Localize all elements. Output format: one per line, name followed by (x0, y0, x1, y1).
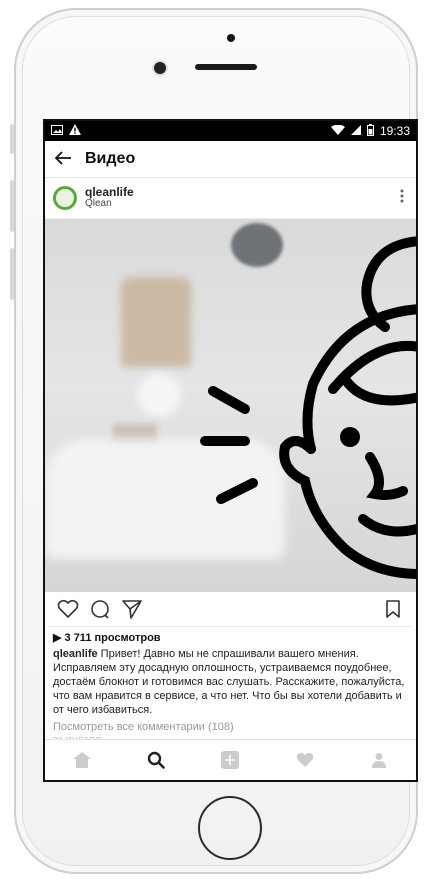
phone-screen: 19:33 Видео qleanlife Qlean ▶ 3 711 прос… (43, 119, 418, 782)
page-title: Видео (85, 150, 136, 167)
view-count[interactable]: ▶ 3 711 просмотров (53, 631, 408, 645)
status-time: 19:33 (379, 124, 410, 138)
post-caption: ▶ 3 711 просмотров qleanlife Привет! Дав… (45, 627, 416, 748)
volume-up-button (10, 180, 14, 232)
volume-down-button (10, 248, 14, 300)
add-icon[interactable] (219, 749, 241, 771)
home-icon[interactable] (71, 749, 93, 771)
earpiece-speaker (195, 64, 257, 70)
caption-username[interactable]: qleanlife (53, 648, 98, 660)
caption-text-block: qleanlife Привет! Давно мы не спрашивали… (53, 647, 408, 717)
post-username[interactable]: qleanlife (85, 186, 392, 198)
cartoon-face-illustration (200, 236, 416, 579)
bottom-nav (45, 739, 416, 780)
post-video[interactable] (45, 219, 416, 592)
activity-icon[interactable] (294, 749, 316, 771)
image-icon (51, 124, 63, 138)
bookmark-icon[interactable] (382, 598, 404, 620)
more-options-icon[interactable] (400, 189, 408, 208)
post-actions (49, 592, 412, 627)
heart-icon[interactable] (57, 598, 79, 620)
title-bar: Видео (45, 141, 416, 178)
wifi-icon (330, 124, 345, 138)
comment-icon[interactable] (89, 598, 111, 620)
share-icon[interactable] (121, 598, 143, 620)
front-camera (154, 62, 166, 74)
battery-icon (366, 123, 374, 139)
home-button[interactable] (198, 796, 262, 860)
front-sensor (227, 34, 235, 42)
view-comments-link[interactable]: Посмотреть все комментарии (108) (53, 720, 408, 734)
warning-icon (69, 124, 81, 138)
status-bar: 19:33 (45, 121, 416, 141)
signal-icon (350, 124, 361, 138)
search-icon[interactable] (145, 749, 167, 771)
caption-text: Привет! Давно мы не спрашивали вашего мн… (53, 648, 405, 716)
back-arrow-icon[interactable] (54, 148, 71, 171)
post-header: qleanlife Qlean (45, 178, 416, 219)
post-sublabel[interactable]: Qlean (85, 198, 392, 210)
avatar[interactable] (53, 186, 77, 210)
avatar-face-icon (56, 189, 74, 207)
profile-icon[interactable] (368, 749, 390, 771)
silent-switch (10, 124, 14, 154)
